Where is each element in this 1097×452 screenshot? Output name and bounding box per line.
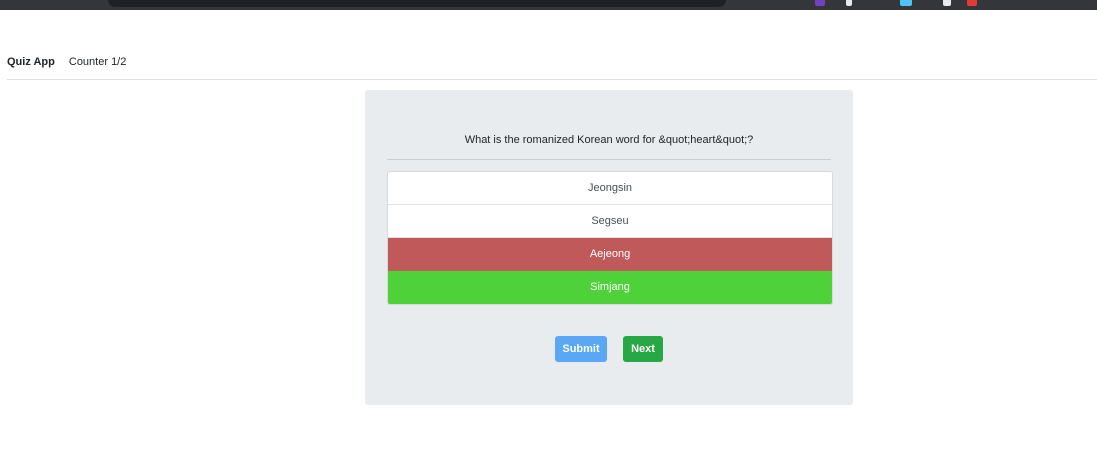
extension-icon[interactable] <box>846 0 852 6</box>
question-counter: Counter 1/2 <box>68 56 127 68</box>
answer-option-correct[interactable]: Simjang <box>388 271 832 304</box>
answer-option[interactable]: Jeongsin <box>388 172 832 205</box>
extension-icon[interactable] <box>900 0 912 6</box>
next-button[interactable]: Next <box>623 336 663 362</box>
extension-icon[interactable] <box>815 0 825 6</box>
answer-option[interactable]: Segseu <box>388 205 832 238</box>
app-brand-link[interactable]: Quiz App <box>7 56 55 68</box>
answer-option-wrong[interactable]: Aejeong <box>388 238 832 271</box>
question-text: What is the romanized Korean word for &q… <box>464 134 754 146</box>
navbar: Quiz App Counter 1/2 <box>7 45 1097 80</box>
extension-icon[interactable] <box>943 0 951 6</box>
quiz-card: What is the romanized Korean word for &q… <box>365 90 853 405</box>
submit-button[interactable]: Submit <box>555 336 607 362</box>
divider <box>387 159 831 160</box>
answer-list: Jeongsin Segseu Aejeong Simjang <box>387 171 833 305</box>
extension-icon[interactable] <box>967 0 977 6</box>
browser-toolbar <box>0 0 1097 10</box>
address-bar[interactable] <box>108 0 726 7</box>
